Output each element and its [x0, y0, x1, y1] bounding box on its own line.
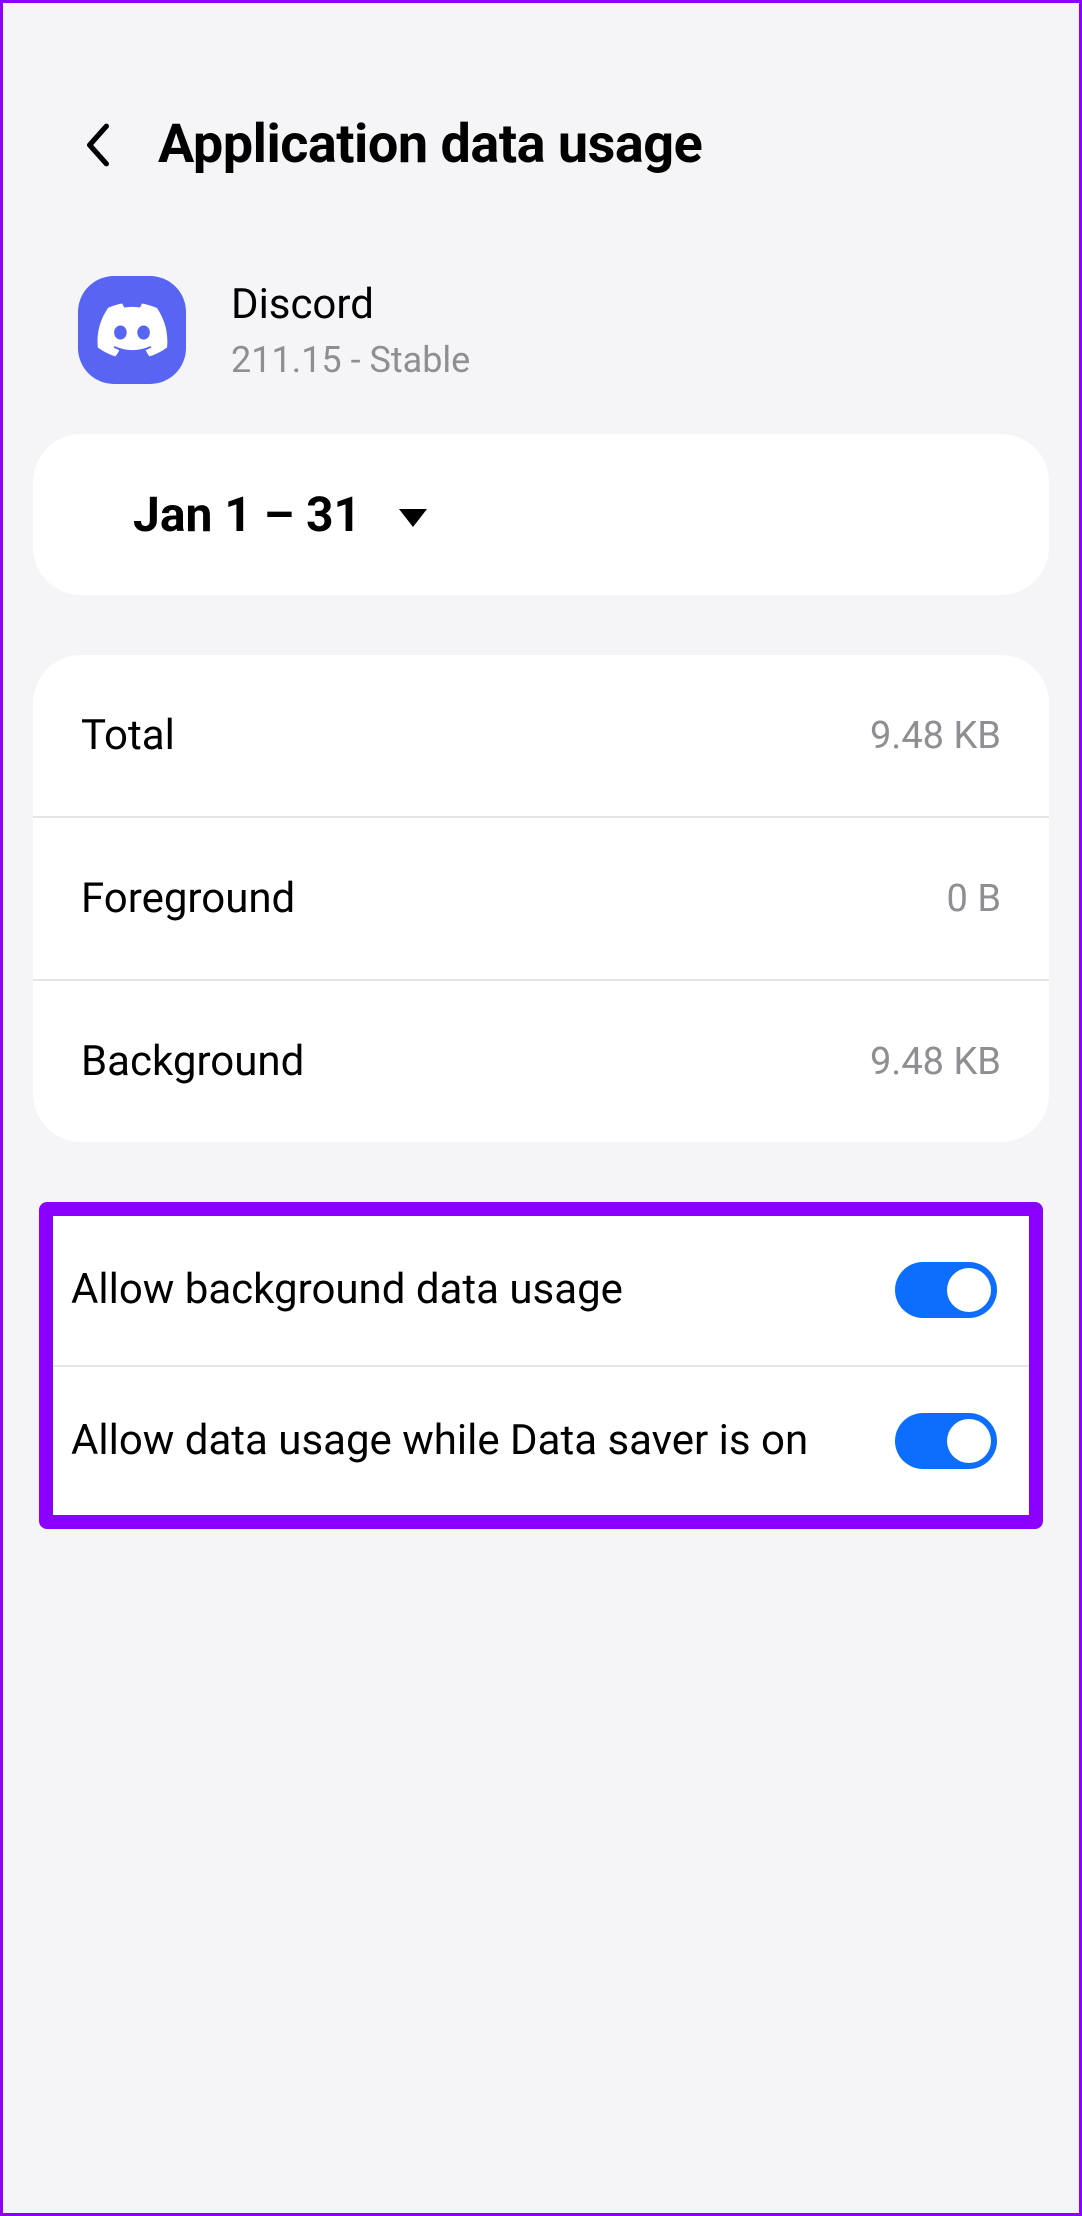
stat-value: 0 B [947, 877, 1001, 921]
stat-label: Total [81, 711, 175, 760]
usage-stats-card: Total 9.48 KB Foreground 0 B Background … [33, 655, 1049, 1142]
app-version: 211.15 - Stable [231, 339, 470, 381]
toggle-row-background-data[interactable]: Allow background data usage [53, 1216, 1029, 1365]
app-info-section: Discord 211.15 - Stable [3, 236, 1079, 434]
toggle-label: Allow background data usage [71, 1262, 855, 1319]
stat-value: 9.48 KB [870, 1040, 1001, 1084]
chevron-left-icon [85, 122, 111, 168]
stat-row-foreground: Foreground 0 B [33, 816, 1049, 979]
toggle-switch-data-saver[interactable] [895, 1413, 997, 1469]
date-range-selector[interactable]: Jan 1 – 31 [33, 434, 1049, 595]
stat-label: Background [81, 1037, 304, 1086]
back-button[interactable] [83, 120, 113, 170]
toggle-row-data-saver[interactable]: Allow data usage while Data saver is on [53, 1365, 1029, 1516]
toggles-card-highlighted: Allow background data usage Allow data u… [39, 1202, 1043, 1529]
toggle-switch-background-data[interactable] [895, 1262, 997, 1318]
discord-app-icon [78, 276, 186, 384]
stat-row-background: Background 9.48 KB [33, 979, 1049, 1142]
dropdown-arrow-icon [399, 509, 427, 527]
date-range-label: Jan 1 – 31 [133, 486, 361, 543]
discord-logo-icon [96, 303, 168, 357]
stat-value: 9.48 KB [870, 714, 1001, 758]
page-title: Application data usage [158, 113, 702, 176]
stat-row-total: Total 9.48 KB [33, 655, 1049, 816]
stat-label: Foreground [81, 874, 295, 923]
toggle-label: Allow data usage while Data saver is on [71, 1413, 855, 1470]
header: Application data usage [3, 3, 1079, 236]
app-name: Discord [231, 280, 470, 329]
